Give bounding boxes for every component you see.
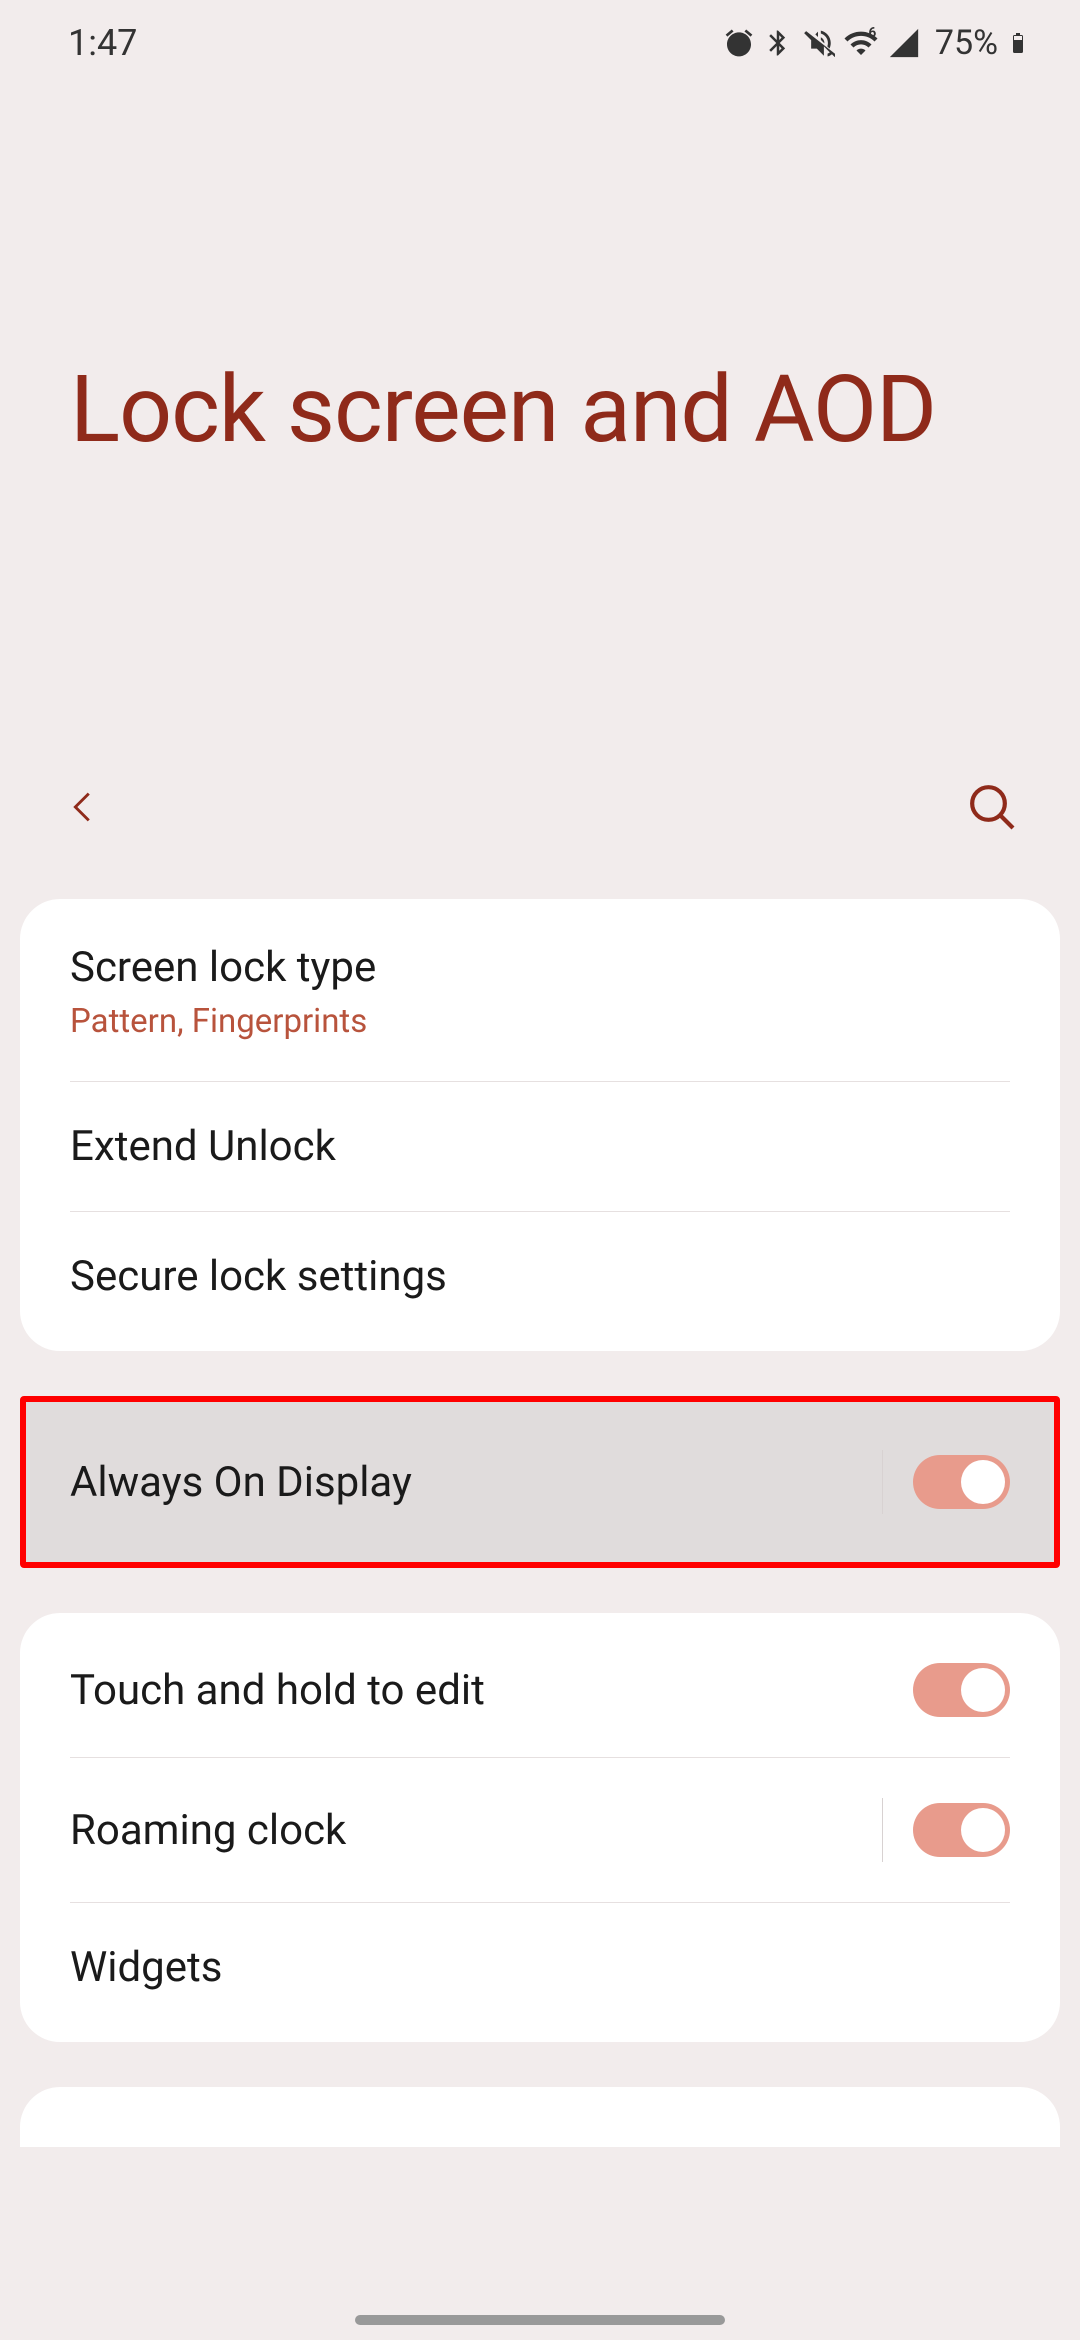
row-title: Roaming clock xyxy=(70,1806,882,1855)
navigation-handle[interactable] xyxy=(0,2300,1080,2340)
roaming-clock-item[interactable]: Roaming clock xyxy=(20,1758,1060,1902)
settings-group-1: Screen lock type Pattern, Fingerprints E… xyxy=(20,899,1060,1351)
touch-hold-edit-item[interactable]: Touch and hold to edit xyxy=(20,1613,1060,1757)
divider xyxy=(882,1450,883,1514)
bluetooth-icon xyxy=(763,28,793,58)
widgets-item[interactable]: Widgets xyxy=(20,1903,1060,2042)
row-title: Extend Unlock xyxy=(70,1122,336,1171)
wifi-icon: 6 xyxy=(843,25,879,61)
mute-vibrate-icon xyxy=(801,26,835,60)
page-title: Lock screen and AOD xyxy=(0,85,1080,464)
extend-unlock-item[interactable]: Extend Unlock xyxy=(20,1082,1060,1211)
settings-group-2: Always On Display xyxy=(20,1396,1060,1568)
row-title: Touch and hold to edit xyxy=(70,1666,913,1715)
status-icons: 6 75% xyxy=(723,23,1030,63)
settings-group-3: Touch and hold to edit Roaming clock Wid… xyxy=(20,1613,1060,2042)
row-title: Widgets xyxy=(70,1943,222,1992)
secure-lock-settings-item[interactable]: Secure lock settings xyxy=(20,1212,1060,1351)
row-subtitle: Pattern, Fingerprints xyxy=(70,1002,367,1041)
back-button[interactable] xyxy=(60,772,106,846)
search-icon xyxy=(964,779,1020,835)
search-button[interactable] xyxy=(964,779,1020,839)
divider xyxy=(882,1798,883,1862)
next-card-peek xyxy=(20,2087,1060,2147)
signal-icon xyxy=(887,26,921,60)
roaming-clock-toggle[interactable] xyxy=(913,1803,1010,1857)
touch-hold-toggle[interactable] xyxy=(913,1663,1010,1717)
toolbar xyxy=(0,759,1080,859)
settings-content: Screen lock type Pattern, Fingerprints E… xyxy=(0,899,1080,2042)
aod-toggle[interactable] xyxy=(913,1455,1010,1509)
svg-text:6: 6 xyxy=(868,25,876,41)
status-bar: 1:47 6 75% xyxy=(0,0,1080,85)
always-on-display-item[interactable]: Always On Display xyxy=(26,1402,1054,1562)
row-title: Always On Display xyxy=(70,1458,882,1507)
status-time: 1:47 xyxy=(68,22,137,64)
battery-percent: 75% xyxy=(935,23,998,63)
screen-lock-type-item[interactable]: Screen lock type Pattern, Fingerprints xyxy=(20,899,1060,1081)
battery-icon xyxy=(1006,25,1030,61)
row-title: Screen lock type xyxy=(70,943,376,992)
chevron-left-icon xyxy=(60,772,106,842)
alarm-icon xyxy=(723,27,755,59)
row-title: Secure lock settings xyxy=(70,1252,447,1301)
